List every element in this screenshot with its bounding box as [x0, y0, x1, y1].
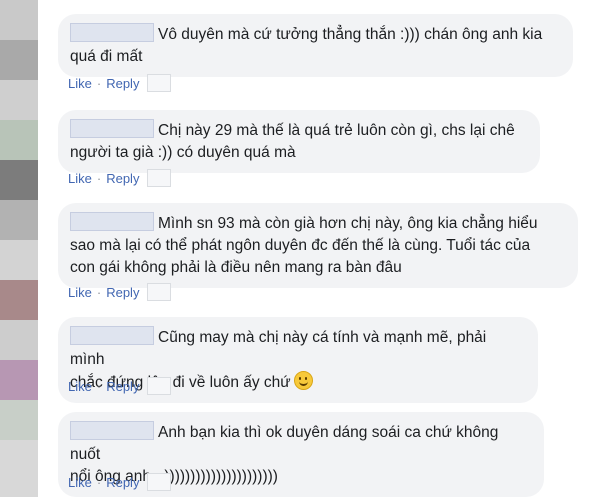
comment-text-line: sao mà lại có thể phát ngôn duyên đc đến… [70, 237, 531, 254]
like-link[interactable]: Like [68, 76, 92, 91]
comment-text-line: Chị này 29 mà thế là quá trẻ luôn còn gì… [158, 122, 515, 139]
avatar[interactable] [0, 360, 38, 400]
timestamp-placeholder[interactable] [147, 377, 172, 395]
comment-actions: Like · Reply [68, 169, 172, 187]
separator: · [96, 75, 102, 91]
comment: Anh bạn kia thì ok duyên dáng soái ca ch… [58, 412, 600, 497]
timestamp-placeholder[interactable] [147, 283, 172, 301]
avatar[interactable] [0, 160, 38, 200]
timestamp-placeholder[interactable] [147, 473, 172, 491]
avatar[interactable] [0, 320, 38, 360]
comment-actions: Like · Reply [68, 473, 172, 491]
avatar[interactable] [0, 280, 38, 320]
timestamp-placeholder[interactable] [147, 169, 172, 187]
comment: Chị này 29 mà thế là quá trẻ luôn còn gì… [58, 110, 600, 198]
comment-bubble: Chị này 29 mà thế là quá trẻ luôn còn gì… [58, 110, 540, 173]
smiley-emoji-icon [293, 371, 313, 390]
reply-link[interactable]: Reply [106, 475, 139, 490]
comment: Mình sn 93 mà còn già hơn chị này, ông k… [58, 203, 600, 313]
commenter-name-redacted[interactable] [70, 23, 154, 42]
comment-text-line: người ta già :)) có duyên quá mà [70, 144, 296, 161]
avatar[interactable] [0, 400, 38, 440]
like-link[interactable]: Like [68, 475, 92, 490]
like-link[interactable]: Like [68, 171, 92, 186]
avatar[interactable] [0, 80, 38, 120]
reply-link[interactable]: Reply [106, 76, 139, 91]
separator: · [96, 378, 102, 394]
comment-text-line: quá đi mất [70, 48, 143, 65]
comment-actions: Like · Reply [68, 377, 172, 395]
avatar[interactable] [0, 0, 38, 40]
reply-link[interactable]: Reply [106, 379, 139, 394]
avatar[interactable] [0, 240, 38, 280]
commenter-name-redacted[interactable] [70, 421, 154, 440]
commenter-name-redacted[interactable] [70, 326, 154, 345]
comment-bubble: Vô duyên mà cứ tưởng thẳng thắn :))) chá… [58, 14, 573, 77]
like-link[interactable]: Like [68, 379, 92, 394]
comment-actions: Like · Reply [68, 283, 172, 301]
comment-actions: Like · Reply [68, 74, 172, 92]
comment-text-line: Mình sn 93 mà còn già hơn chị này, ông k… [158, 215, 538, 232]
comment-bubble: Mình sn 93 mà còn già hơn chị này, ông k… [58, 203, 578, 288]
timestamp-placeholder[interactable] [147, 74, 172, 92]
comment: Vô duyên mà cứ tưởng thẳng thắn :))) chá… [58, 14, 600, 102]
separator: · [96, 284, 102, 300]
reply-link[interactable]: Reply [106, 171, 139, 186]
commenter-name-redacted[interactable] [70, 212, 154, 231]
comment-text-line: con gái không phải là điều nên mang ra b… [70, 259, 402, 276]
comment: Cũng may mà chị này cá tính và mạnh mẽ, … [58, 317, 600, 405]
comment-text-line: Vô duyên mà cứ tưởng thẳng thắn :))) chá… [158, 26, 543, 43]
commenter-name-redacted[interactable] [70, 119, 154, 138]
like-link[interactable]: Like [68, 285, 92, 300]
avatar[interactable] [0, 200, 38, 240]
separator: · [96, 170, 102, 186]
avatar[interactable] [0, 40, 38, 80]
avatar[interactable] [0, 440, 38, 497]
separator: · [96, 474, 102, 490]
reply-link[interactable]: Reply [106, 285, 139, 300]
avatar[interactable] [0, 120, 38, 160]
avatar-column [0, 0, 58, 497]
